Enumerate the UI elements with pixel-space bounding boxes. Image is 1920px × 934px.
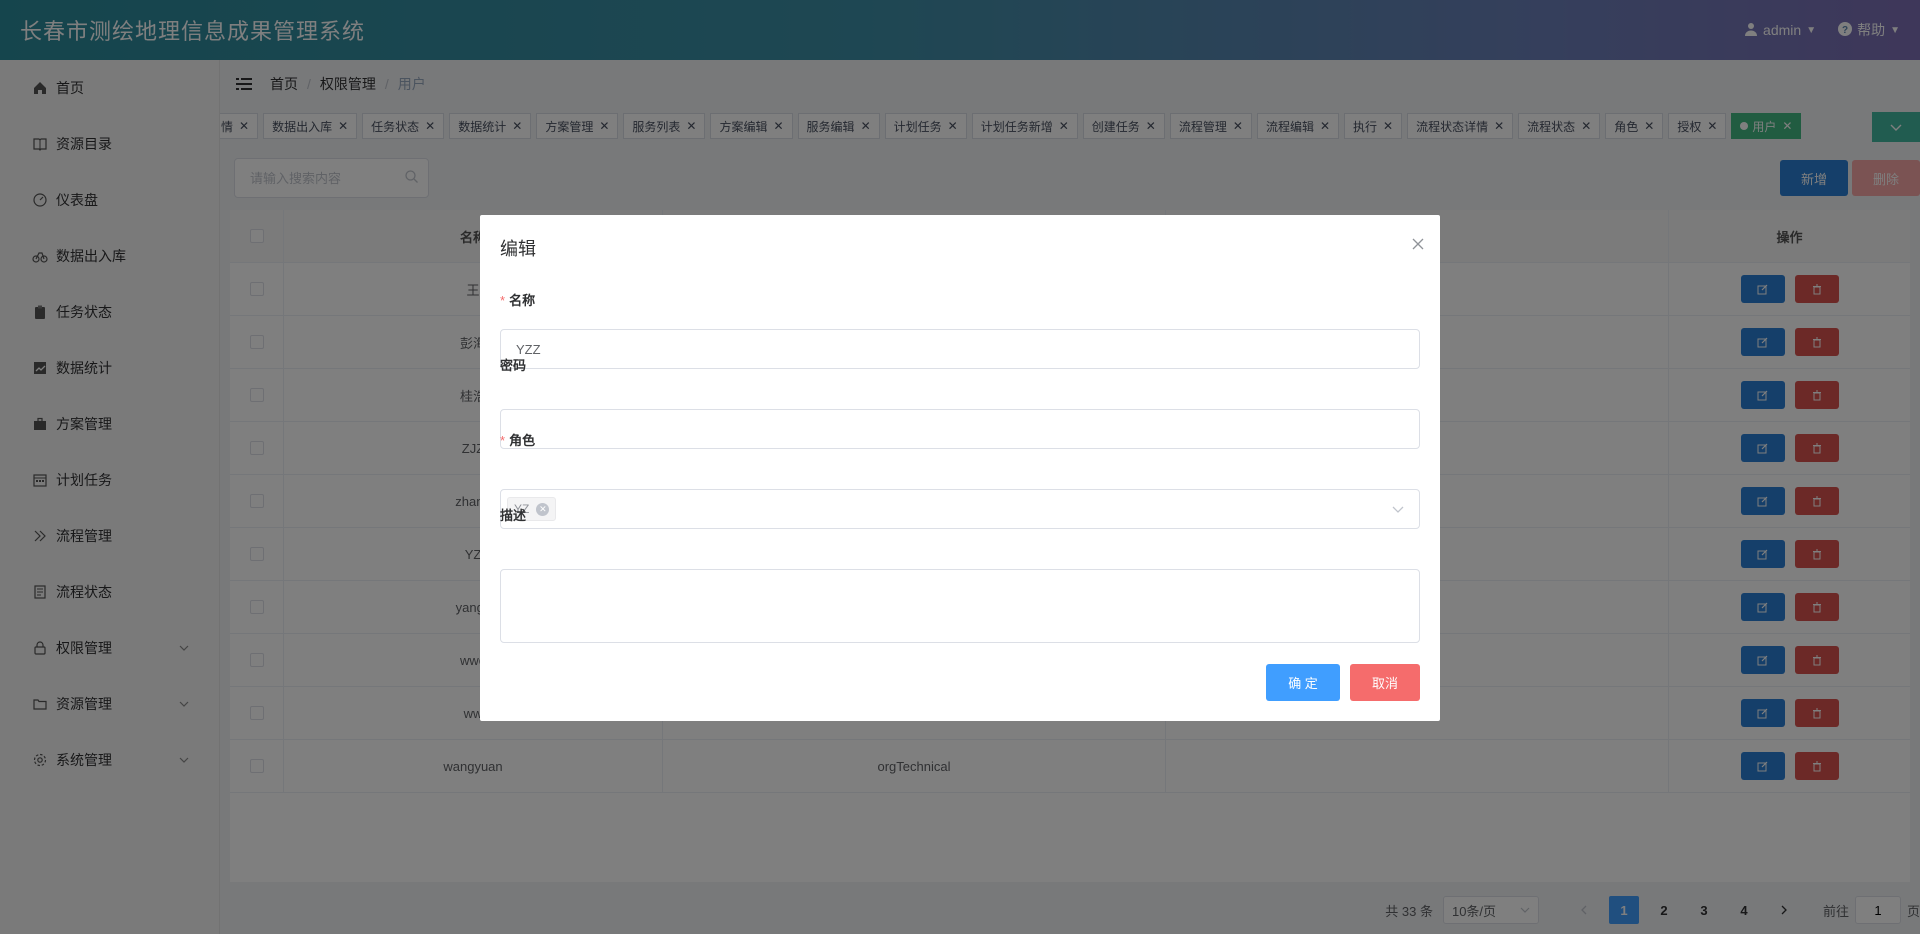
role-label: * 角色 — [500, 430, 535, 449]
desc-field[interactable] — [500, 569, 1420, 643]
password-label-text: 密码 — [500, 358, 527, 373]
required-mark: * — [500, 433, 506, 448]
name-input[interactable] — [516, 341, 1404, 357]
confirm-button[interactable]: 确 定 — [1266, 664, 1340, 701]
role-label-text: 角色 — [509, 433, 536, 448]
desc-label: 描述 — [500, 505, 526, 524]
dialog-title: 编辑 — [500, 239, 536, 259]
cancel-button[interactable]: 取消 — [1350, 664, 1420, 701]
name-label-text: 名称 — [509, 293, 536, 308]
role-select[interactable]: YZ ✕ — [500, 489, 1420, 529]
name-label: * 名称 — [500, 290, 535, 309]
password-field[interactable] — [500, 409, 1420, 449]
edit-dialog: 编辑 *名称 密码 *角色 YZ ✕ 描述 确 定 取消 — [480, 215, 1440, 721]
desc-textarea[interactable] — [501, 570, 1419, 642]
desc-label-text: 描述 — [500, 508, 527, 523]
password-input[interactable] — [516, 421, 1404, 437]
password-label: 密码 — [500, 355, 526, 374]
name-field[interactable] — [500, 329, 1420, 369]
required-mark: * — [500, 293, 506, 308]
close-icon[interactable]: ✕ — [536, 502, 550, 516]
close-icon[interactable] — [1412, 237, 1424, 253]
chevron-down-icon — [1392, 502, 1404, 517]
